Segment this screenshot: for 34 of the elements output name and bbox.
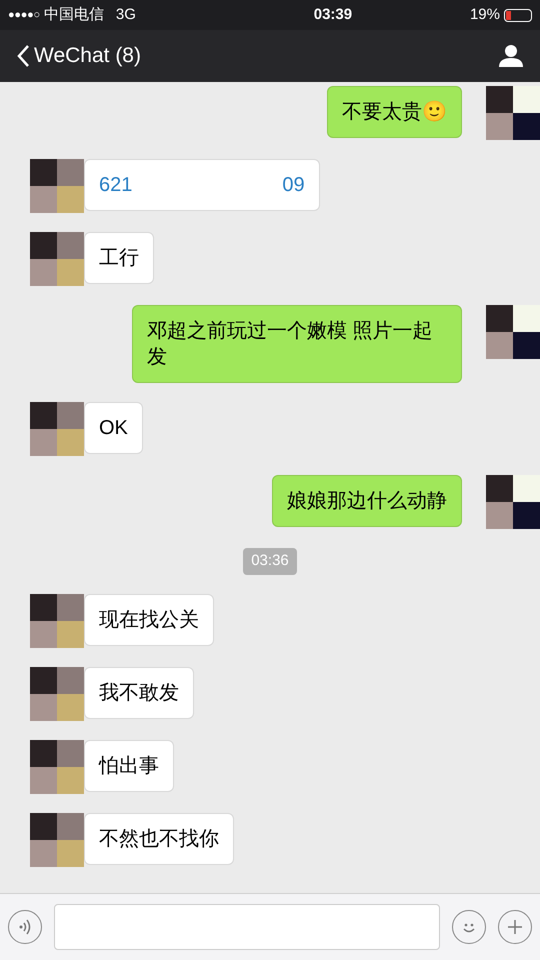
clock: 03:39 <box>312 4 352 25</box>
voice-button[interactable] <box>8 910 42 944</box>
timestamp: 03:36 <box>243 548 297 574</box>
plus-button[interactable] <box>498 910 532 944</box>
message-bubble: 现在找公关 <box>84 594 214 646</box>
emoji-button[interactable] <box>452 910 486 944</box>
avatar-icon <box>30 812 84 866</box>
signal-strength: ●●●●○ <box>8 8 40 23</box>
plus-icon <box>507 919 523 935</box>
sound-wave-icon <box>18 919 32 935</box>
person-icon[interactable] <box>498 44 524 68</box>
message-bubble: 娘娘那边什么动静 <box>272 475 462 527</box>
card-number-link[interactable]: 09 <box>282 172 305 198</box>
back-button[interactable]: WeChat (8) <box>16 40 141 72</box>
message-bubble: 邓超之前玩过一个嫩模 照片一起发 <box>132 305 462 383</box>
message-bubble: 不然也不找你 <box>84 812 234 864</box>
message-input[interactable] <box>54 904 440 950</box>
avatar-icon <box>30 402 84 456</box>
avatar-icon <box>30 159 84 213</box>
message-bubble: 我不敢发 <box>84 666 194 718</box>
card-number-link[interactable]: 621 <box>99 172 132 198</box>
chevron-left-icon <box>16 44 30 68</box>
avatar-icon <box>30 666 84 720</box>
message-bubble: 不要太贵🙂 <box>327 86 462 138</box>
avatar-icon <box>30 594 84 648</box>
carrier-name: 中国电信 <box>44 4 104 25</box>
battery-percent: 19% <box>470 4 500 25</box>
avatar-icon <box>30 232 84 286</box>
message-bubble: OK <box>84 402 143 454</box>
message-bubble: 工行 <box>84 232 154 284</box>
network-type: 3G <box>116 4 136 25</box>
avatar-icon <box>30 740 84 794</box>
message-bubble: 怕出事 <box>84 740 174 792</box>
battery-icon <box>504 8 532 22</box>
